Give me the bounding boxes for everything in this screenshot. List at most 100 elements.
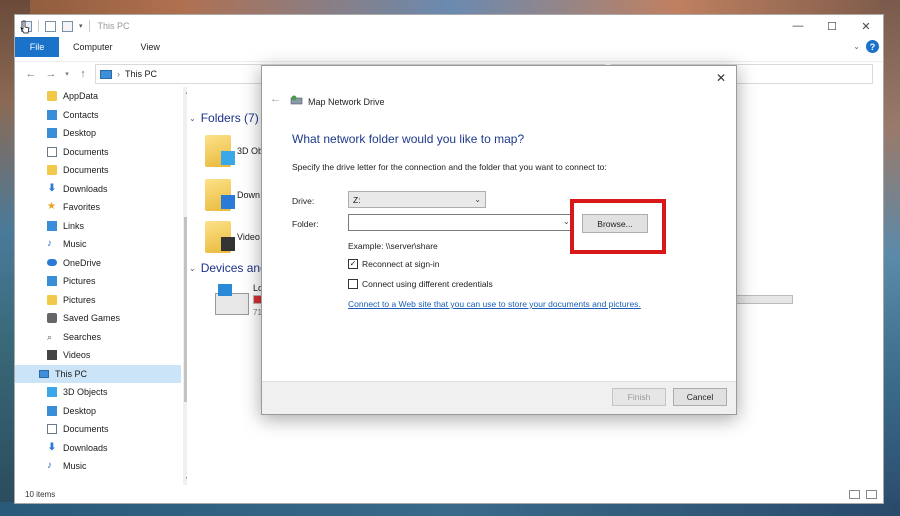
devices-group-header[interactable]: ⌄ Devices and [189,261,267,275]
documents-icon [47,146,57,157]
window-title: This PC [97,21,130,31]
checkmark-icon[interactable] [45,20,56,32]
sidebar-item-desktop[interactable]: Desktop [15,124,181,143]
sidebar-item-downloads[interactable]: ⬇ Downloads [15,439,181,458]
breadcrumb-separator: › [117,69,120,79]
recent-locations-icon[interactable]: ▾ [61,70,73,78]
ribbon-tabs: File Computer View ⌄ ? [15,37,883,57]
sidebar-item-music[interactable]: ♪ Music [15,457,181,476]
ribbon-controls: ⌄ ? [853,40,879,53]
sidebar-item-label: Videos [63,350,91,361]
pictures-icon [47,276,57,287]
chevron-down-icon[interactable]: ▾ [79,22,83,30]
pc-icon [39,369,49,378]
up-arrow-icon[interactable]: ↑ [73,68,93,80]
folder-icon [47,165,57,176]
sidebar-item-this-pc[interactable]: This PC [15,364,181,383]
sidebar-item-label: Pictures [63,294,96,305]
back-arrow-icon[interactable]: ← [21,68,41,80]
help-icon[interactable]: ? [866,40,879,53]
folder-item-3d-objects[interactable]: 3D Ob [205,135,263,167]
dialog-description: Specify the drive letter for the connect… [292,162,607,172]
finish-button[interactable]: Finish [612,388,666,406]
drive-item-local-disk[interactable]: Local [215,283,275,315]
details-view-icon[interactable] [849,490,860,499]
3d-objects-folder-icon [205,135,235,167]
desktop-icon [47,128,57,139]
large-icons-view-icon[interactable] [866,490,877,499]
chevron-down-icon: ⌄ [474,195,481,204]
pc-icon [100,69,112,79]
credentials-checkbox-row[interactable]: Connect using different credentials [348,279,493,289]
drive-letter-select[interactable]: Z: ⌄ [348,191,486,208]
desktop-background-top [0,0,900,14]
toolbar-divider [88,20,90,32]
sidebar-item-favorites[interactable]: ★ Favorites [15,198,181,217]
sidebar-item-links[interactable]: Links [15,217,181,236]
navigation-pane: AppData Contacts Desktop Documents Documents… [15,87,181,485]
video-icon [47,350,57,361]
sidebar-item-label: Music [63,239,87,250]
sidebar-item-documents[interactable]: Documents [15,161,181,180]
reconnect-label: Reconnect at sign-in [362,259,440,269]
dialog-footer: Finish Cancel [262,381,736,414]
sidebar-item-desktop[interactable]: Desktop [15,402,181,421]
sidebar-item-pictures[interactable]: Pictures [15,272,181,291]
sidebar-item-music[interactable]: ♪ Music [15,235,181,254]
close-icon[interactable]: ✕ [714,71,728,85]
sidebar-item-appdata[interactable]: AppData [15,87,181,106]
sidebar-item-saved-games[interactable]: Saved Games [15,309,181,328]
sidebar-item-3d-objects[interactable]: 3D Objects [15,383,181,402]
status-bar: 10 items [15,485,883,503]
close-button[interactable]: ✕ [849,15,883,37]
view-switcher [849,490,877,499]
sidebar-item-documents[interactable]: Documents [15,143,181,162]
folder-item-downloads[interactable]: Down [205,179,260,211]
folder-label: Folder: [292,219,319,229]
chevron-down-icon[interactable]: ⌄ [189,264,196,273]
sidebar-item-pictures[interactable]: Pictures [15,291,181,310]
forward-arrow-icon[interactable]: → [41,68,61,80]
sidebar-item-documents[interactable]: Documents [15,420,181,439]
breadcrumb[interactable]: This PC [125,69,157,79]
hard-drive-icon [215,284,249,315]
links-icon [47,220,57,231]
videos-folder-icon [205,221,235,253]
music-icon: ♪ [47,460,52,472]
tab-computer[interactable]: Computer [59,42,127,52]
games-icon [47,313,57,324]
maximize-button[interactable]: ☐ [815,15,849,37]
sidebar-item-label: Downloads [63,183,108,194]
sidebar-item-label: Saved Games [63,313,121,324]
sidebar-item-label: Downloads [63,442,108,453]
sidebar-item-downloads[interactable]: ⬇ Downloads [15,180,181,199]
sidebar-item-videos[interactable]: Videos [15,346,181,365]
reconnect-checkbox-row[interactable]: ✓ Reconnect at sign-in [348,259,440,269]
download-icon: ⬇ [47,441,57,453]
tab-file[interactable]: File [15,37,59,57]
web-site-link[interactable]: Connect to a Web site that you can use t… [348,299,641,309]
tab-view[interactable]: View [127,42,174,52]
sidebar-item-contacts[interactable]: Contacts [15,106,181,125]
window-controls: — ☐ ✕ [781,15,883,37]
folder-path-input[interactable] [348,214,574,231]
chevron-down-icon[interactable]: ⌄ [189,114,196,123]
sidebar-item-label: 3D Objects [63,387,108,398]
credentials-checkbox[interactable] [348,279,358,289]
cancel-button[interactable]: Cancel [673,388,727,406]
chevron-down-icon[interactable]: ⌄ [563,217,570,226]
desktop-background-bottom [0,502,900,516]
example-path-hint: Example: \\server\share [348,241,438,251]
sidebar-item-label: Contacts [63,109,99,120]
search-icon: ⌕ [47,331,53,342]
expand-ribbon-icon[interactable]: ⌄ [853,42,860,51]
sidebar-item-searches[interactable]: ⌕ Searches [15,328,181,347]
folder-item-videos[interactable]: Video [205,221,260,253]
folders-group-header[interactable]: ⌄ Folders (7) [189,111,259,125]
minimize-button[interactable]: — [781,15,815,37]
sidebar-item-onedrive[interactable]: OneDrive [15,254,181,273]
new-folder-icon[interactable] [62,20,73,32]
reconnect-checkbox[interactable]: ✓ [348,259,358,269]
sidebar-item-label: Documents [63,165,109,176]
back-arrow-icon[interactable]: ← [270,93,281,105]
